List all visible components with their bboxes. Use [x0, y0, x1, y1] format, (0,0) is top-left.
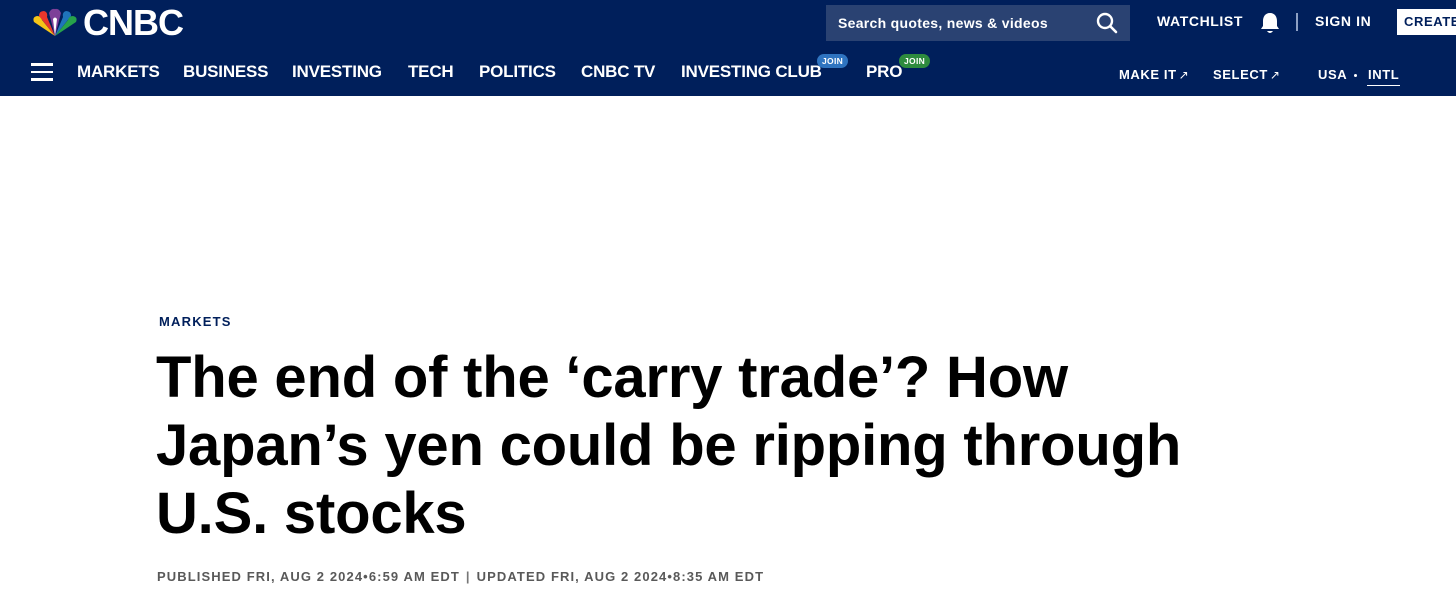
region-separator-dot [1354, 74, 1357, 77]
menu-icon[interactable] [31, 63, 53, 81]
nav-item-cnbc-tv[interactable]: CNBC TV [581, 62, 655, 82]
brand-wordmark: CNBC [83, 2, 184, 43]
nav-item-markets[interactable]: MARKETS [77, 62, 160, 82]
investing-club-join-badge[interactable]: JOIN [817, 54, 849, 68]
peacock-logo-icon [33, 8, 77, 37]
nav-item-investing-club[interactable]: INVESTING CLUB [681, 62, 822, 82]
select-label: SELECT [1213, 67, 1268, 82]
nav-item-politics[interactable]: POLITICS [479, 62, 556, 82]
headline-line: Japan’s yen could be ripping through [156, 413, 1182, 478]
sign-in-link[interactable]: SIGN IN [1315, 13, 1371, 29]
bell-icon[interactable] [1259, 11, 1281, 35]
search-input[interactable]: Search quotes, news & videos [826, 5, 1130, 41]
search-icon[interactable] [1096, 12, 1118, 34]
cnbc-logo[interactable]: CNBC [30, 2, 184, 43]
region-usa-link[interactable]: USA [1318, 67, 1347, 82]
article-kicker-link[interactable]: MARKETS [159, 314, 232, 329]
header-divider [1296, 13, 1298, 31]
nav-item-pro[interactable]: PRO [866, 62, 902, 82]
article-timestamps: PUBLISHED FRI, AUG 2 2024•6:59 AM EDT | UP… [157, 569, 764, 584]
nav-item-investing[interactable]: INVESTING [292, 62, 382, 82]
updated-time: UPDATED FRI, AUG 2 2024•8:35 AM EDT [476, 569, 765, 584]
select-link[interactable]: SELECT ↗ [1213, 67, 1281, 82]
external-link-icon: ↗ [1178, 68, 1190, 82]
make-it-label: MAKE IT [1119, 67, 1177, 82]
published-time: PUBLISHED FRI, AUG 2 2024•6:59 AM EDT [157, 569, 460, 584]
create-account-button[interactable]: CREATE [1397, 9, 1456, 35]
nav-item-business[interactable]: BUSINESS [183, 62, 269, 82]
watchlist-link[interactable]: WATCHLIST [1157, 13, 1243, 29]
article-headline: The end of the ‘carry trade’? How Japan’… [156, 344, 1316, 548]
search-placeholder: Search quotes, news & videos [838, 15, 1048, 31]
external-link-icon: ↗ [1269, 68, 1281, 82]
pro-join-badge[interactable]: JOIN [899, 54, 931, 68]
nav-item-tech[interactable]: TECH [408, 62, 454, 82]
region-intl-link[interactable]: INTL [1368, 67, 1399, 82]
timestamp-separator: | [465, 569, 471, 584]
site-header: CNBC Search quotes, news & videos WATCHL… [0, 0, 1456, 96]
active-region-underline [1367, 85, 1400, 86]
headline-line: U.S. stocks [156, 481, 467, 546]
make-it-link[interactable]: MAKE IT ↗ [1119, 67, 1189, 82]
headline-line: The end of the ‘carry trade’? How [156, 345, 1068, 410]
